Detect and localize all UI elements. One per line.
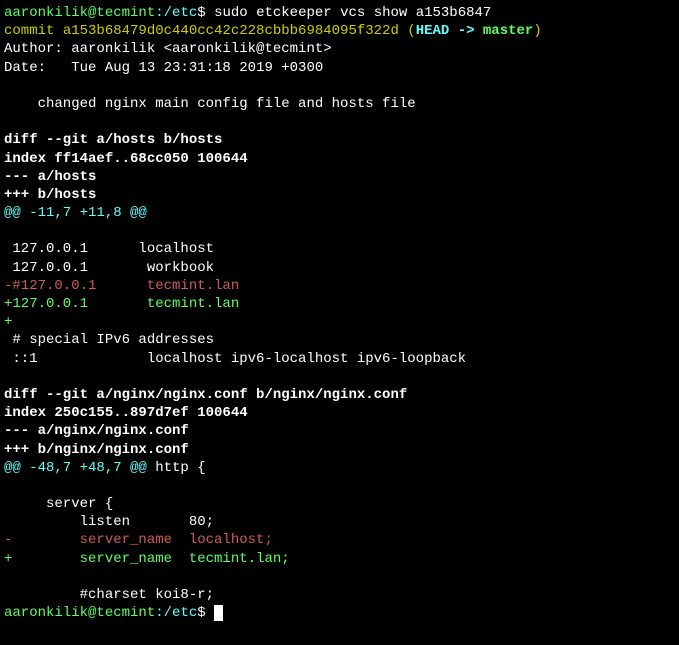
dollar-sign: $ [197, 605, 214, 621]
user-host: aaronkilik@tecmint [4, 5, 155, 21]
prompt-line-1: aaronkilik@tecmint:/etc$ sudo etckeeper … [4, 5, 491, 21]
added-line: +127.0.0.1 tecmint.lan [4, 296, 239, 312]
hunk-line: @@ -48,7 +48,7 @@ http { [4, 460, 206, 476]
commit-message: changed nginx main config file and hosts… [4, 96, 416, 112]
diff-minus-file: --- a/nginx/nginx.conf [4, 423, 189, 439]
added-line: + server_name tecmint.lan; [4, 551, 290, 567]
user-host: aaronkilik@tecmint [4, 605, 155, 621]
hunk-context: http { [147, 460, 206, 476]
prompt-line-2: aaronkilik@tecmint:/etc$ [4, 605, 223, 621]
context-line: server { [4, 496, 113, 512]
context-line: ::1 localhost ipv6-localhost ipv6-loopba… [4, 351, 466, 367]
date-line: Date: Tue Aug 13 23:31:18 2019 +0300 [4, 60, 323, 76]
branch-name: master [483, 23, 533, 39]
diff-minus-file: --- a/hosts [4, 169, 96, 185]
cwd-path: :/etc [155, 605, 197, 621]
commit-line: commit a153b68479d0c440cc42c228cbbb69840… [4, 23, 542, 39]
diff-index: index 250c155..897d7ef 100644 [4, 405, 248, 421]
head-ref: HEAD -> [416, 23, 483, 39]
hunk-header: @@ -48,7 +48,7 @@ [4, 460, 147, 476]
dollar-sign: $ [197, 5, 214, 21]
command-text: sudo etckeeper vcs show a153b6847 [214, 5, 491, 21]
context-line: # special IPv6 addresses [4, 332, 214, 348]
author-line: Author: aaronkilik <aaronkilik@tecmint> [4, 41, 332, 57]
cursor-icon [214, 605, 223, 621]
removed-line: - server_name localhost; [4, 532, 273, 548]
diff-index: index ff14aef..68cc050 100644 [4, 151, 248, 167]
commit-hash: a153b68479d0c440cc42c228cbbb6984095f322d [63, 23, 399, 39]
diff-header: diff --git a/nginx/nginx.conf b/nginx/ng… [4, 387, 407, 403]
diff-plus-file: +++ b/hosts [4, 187, 96, 203]
cwd-path: :/etc [155, 5, 197, 21]
hunk-header: @@ -11,7 +11,8 @@ [4, 205, 147, 221]
context-line: listen 80; [4, 514, 214, 530]
added-line: + [4, 314, 12, 330]
close-paren: ) [533, 23, 541, 39]
removed-line: -#127.0.0.1 tecmint.lan [4, 278, 239, 294]
commit-label: commit [4, 23, 63, 39]
terminal[interactable]: aaronkilik@tecmint:/etc$ sudo etckeeper … [4, 4, 675, 622]
context-line: #charset koi8-r; [4, 587, 214, 603]
diff-plus-file: +++ b/nginx/nginx.conf [4, 442, 189, 458]
context-line: 127.0.0.1 localhost [4, 241, 214, 257]
context-line: 127.0.0.1 workbook [4, 260, 214, 276]
diff-header: diff --git a/hosts b/hosts [4, 132, 222, 148]
open-paren: ( [399, 23, 416, 39]
